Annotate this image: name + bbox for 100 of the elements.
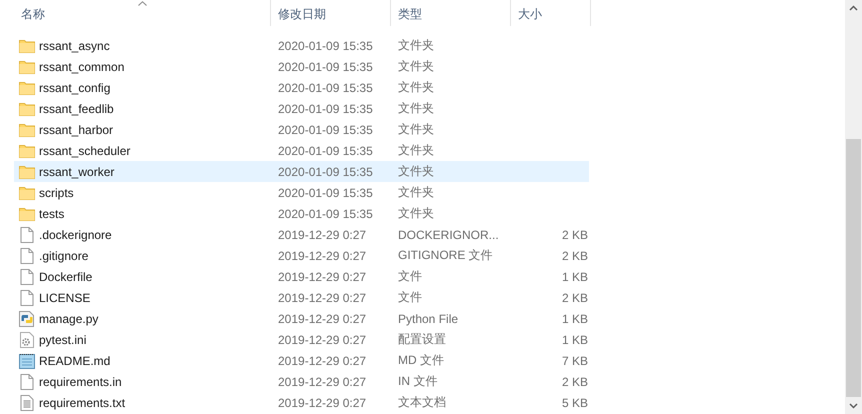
file-icon bbox=[19, 374, 35, 390]
file-type: 文件夹 bbox=[398, 59, 434, 73]
file-type: DOCKERIGNOR... bbox=[398, 228, 499, 242]
file-type: MD 文件 bbox=[398, 353, 444, 367]
column-header[interactable]: 类型 bbox=[391, 0, 511, 26]
modified-date: 2019-12-29 0:27 bbox=[278, 228, 366, 242]
modified-date: 2019-12-29 0:27 bbox=[278, 332, 366, 346]
file-name: requirements.in bbox=[39, 374, 122, 388]
file-name: rssant_config bbox=[39, 80, 110, 94]
file-row[interactable]: scripts 2020-01-09 15:35 文件夹 bbox=[14, 182, 589, 203]
file-size: 1 KB bbox=[562, 332, 588, 346]
column-header[interactable]: 修改日期 bbox=[271, 0, 391, 26]
file-name: .gitignore bbox=[39, 248, 88, 262]
file-type: GITIGNORE 文件 bbox=[398, 248, 493, 262]
file-row[interactable]: rssant_async 2020-01-09 15:35 文件夹 bbox=[14, 35, 589, 56]
file-name: scripts bbox=[39, 186, 74, 200]
modified-date: 2019-12-29 0:27 bbox=[278, 312, 366, 326]
file-row[interactable]: README.md 2019-12-29 0:27 MD 文件 7 KB bbox=[14, 350, 589, 371]
file-type: 文件夹 bbox=[398, 185, 434, 199]
folder-icon bbox=[19, 102, 35, 116]
modified-date: 2019-12-29 0:27 bbox=[278, 270, 366, 284]
python-file-icon bbox=[19, 310, 35, 326]
file-type: 文件夹 bbox=[398, 143, 434, 157]
sort-caret-icon bbox=[138, 1, 147, 6]
folder-icon bbox=[19, 60, 35, 74]
file-name: README.md bbox=[39, 354, 110, 368]
file-icon bbox=[19, 248, 35, 264]
settings-file-icon bbox=[19, 332, 35, 348]
folder-icon bbox=[19, 80, 35, 94]
file-type: IN 文件 bbox=[398, 374, 438, 388]
file-size: 2 KB bbox=[562, 228, 588, 242]
column-header[interactable]: 名称 bbox=[14, 0, 271, 26]
file-icon bbox=[19, 290, 35, 306]
folder-icon bbox=[19, 144, 35, 158]
file-row[interactable]: rssant_harbor 2020-01-09 15:35 文件夹 bbox=[14, 119, 589, 140]
folder-icon bbox=[19, 186, 35, 200]
file-name: rssant_feedlib bbox=[39, 102, 114, 116]
file-name: rssant_async bbox=[39, 38, 110, 52]
file-type: 配置设置 bbox=[398, 332, 446, 346]
file-name: manage.py bbox=[39, 312, 98, 326]
scroll-down-icon[interactable] bbox=[849, 403, 858, 409]
column-header[interactable]: 大小 bbox=[511, 0, 591, 26]
file-row[interactable]: rssant_common 2020-01-09 15:35 文件夹 bbox=[14, 56, 589, 77]
folder-icon bbox=[19, 164, 35, 178]
file-row[interactable]: pytest.ini 2019-12-29 0:27 配置设置 1 KB bbox=[14, 329, 589, 350]
file-icon bbox=[19, 226, 35, 242]
modified-date: 2020-01-09 15:35 bbox=[278, 164, 373, 178]
file-size: 2 KB bbox=[562, 374, 588, 388]
file-size: 1 KB bbox=[562, 312, 588, 326]
scroll-thumb[interactable] bbox=[846, 139, 861, 397]
file-type: 文件夹 bbox=[398, 122, 434, 136]
file-row[interactable]: manage.py 2019-12-29 0:27 Python File 1 KB bbox=[14, 308, 589, 329]
scrollbar[interactable] bbox=[845, 0, 862, 414]
text-file-icon bbox=[19, 394, 35, 410]
file-size: 2 KB bbox=[562, 290, 588, 304]
file-name: requirements.txt bbox=[39, 396, 126, 410]
file-row[interactable]: requirements.in 2019-12-29 0:27 IN 文件 2 KB bbox=[14, 371, 589, 392]
file-type: 文件 bbox=[398, 269, 422, 283]
file-row[interactable]: rssant_worker 2020-01-09 15:35 文件夹 bbox=[14, 161, 589, 182]
modified-date: 2020-01-09 15:35 bbox=[278, 102, 373, 116]
modified-date: 2020-01-09 15:35 bbox=[278, 60, 373, 74]
file-type: 文件夹 bbox=[398, 206, 434, 220]
file-size: 5 KB bbox=[562, 396, 588, 410]
file-size: 7 KB bbox=[562, 354, 588, 368]
file-name: tests bbox=[39, 206, 64, 220]
file-row[interactable]: Dockerfile 2019-12-29 0:27 文件 1 KB bbox=[14, 266, 589, 287]
file-type: 文件 bbox=[398, 290, 422, 304]
file-size: 2 KB bbox=[562, 248, 588, 262]
file-size: 1 KB bbox=[562, 270, 588, 284]
file-row[interactable]: requirements.txt 2019-12-29 0:27 文本文档 5 KB bbox=[14, 392, 589, 413]
file-type: Python File bbox=[398, 312, 458, 326]
modified-date: 2019-12-29 0:27 bbox=[278, 248, 366, 262]
file-row[interactable]: rssant_scheduler 2020-01-09 15:35 文件夹 bbox=[14, 140, 589, 161]
folder-icon bbox=[19, 122, 35, 136]
file-row[interactable]: .gitignore 2019-12-29 0:27 GITIGNORE 文件 2 KB bbox=[14, 245, 589, 266]
file-name: pytest.ini bbox=[39, 332, 86, 346]
file-row[interactable]: tests 2020-01-09 15:35 文件夹 bbox=[14, 203, 589, 224]
modified-date: 2020-01-09 15:35 bbox=[278, 80, 373, 94]
file-type: 文件夹 bbox=[398, 164, 434, 178]
modified-date: 2019-12-29 0:27 bbox=[278, 290, 366, 304]
file-type: 文本文档 bbox=[398, 395, 446, 409]
file-name: rssant_scheduler bbox=[39, 144, 130, 158]
modified-date: 2019-12-29 0:27 bbox=[278, 396, 366, 410]
modified-date: 2020-01-09 15:35 bbox=[278, 38, 373, 52]
notepad-icon bbox=[19, 352, 35, 368]
modified-date: 2020-01-09 15:35 bbox=[278, 122, 373, 136]
file-row[interactable]: LICENSE 2019-12-29 0:27 文件 2 KB bbox=[14, 287, 589, 308]
file-name: LICENSE bbox=[39, 290, 90, 304]
file-row[interactable]: rssant_config 2020-01-09 15:35 文件夹 bbox=[14, 77, 589, 98]
modified-date: 2019-12-29 0:27 bbox=[278, 374, 366, 388]
file-row[interactable]: rssant_feedlib 2020-01-09 15:35 文件夹 bbox=[14, 98, 589, 119]
file-icon bbox=[19, 268, 35, 284]
file-type: 文件夹 bbox=[398, 101, 434, 115]
modified-date: 2019-12-29 0:27 bbox=[278, 354, 366, 368]
scroll-up-icon[interactable] bbox=[849, 5, 858, 11]
folder-icon bbox=[19, 38, 35, 52]
file-name: .dockerignore bbox=[39, 228, 112, 242]
modified-date: 2020-01-09 15:35 bbox=[278, 206, 373, 220]
file-name: rssant_worker bbox=[39, 164, 114, 178]
file-row[interactable]: .dockerignore 2019-12-29 0:27 DOCKERIGNOR... 2 KB bbox=[14, 224, 589, 245]
